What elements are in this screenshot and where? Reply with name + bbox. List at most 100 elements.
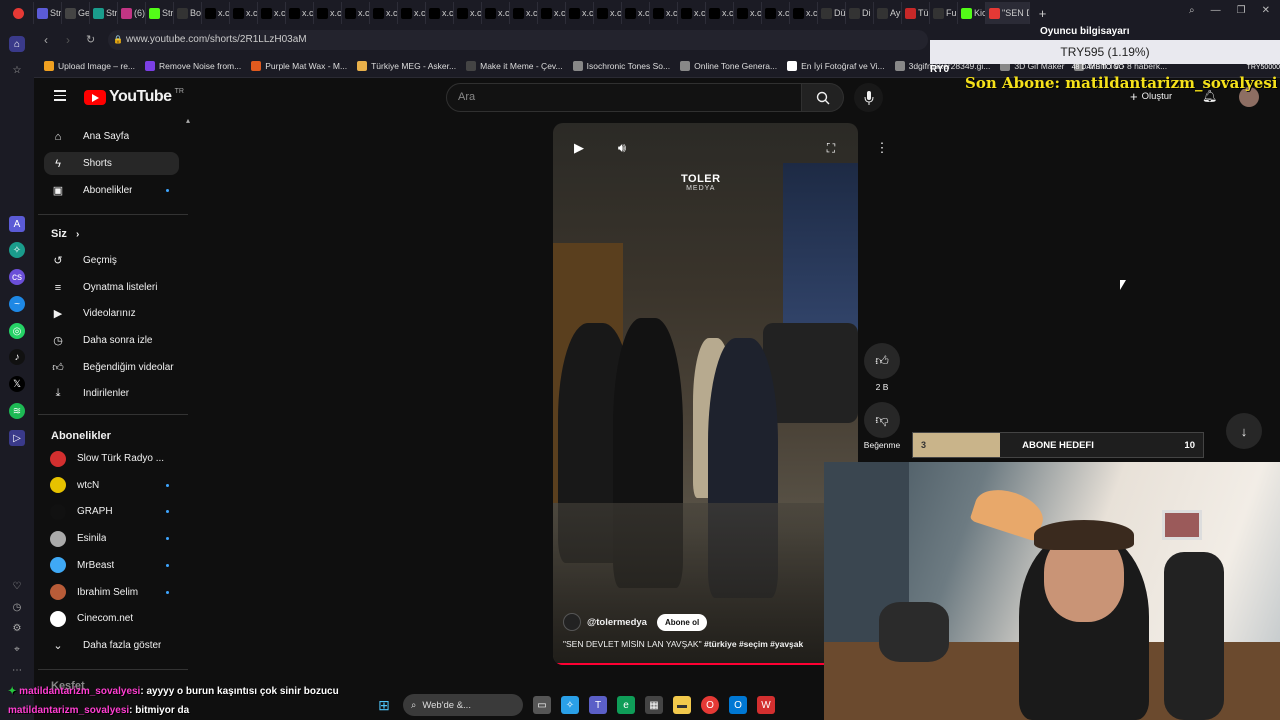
bookmark-item[interactable]: Online Tone Genera...	[680, 60, 777, 71]
nav-item-your-videos[interactable]: ▶ Videolarınız	[44, 302, 179, 325]
tab-active[interactable]: "SEN D	[986, 2, 1030, 24]
more-icon[interactable]: ⋯	[9, 662, 25, 678]
channel-avatar[interactable]	[563, 613, 581, 631]
browser-tab[interactable]: x.c	[594, 2, 622, 24]
browser-tab[interactable]: x.c	[314, 2, 342, 24]
browser-tab[interactable]: x.c	[678, 2, 706, 24]
browser-tab[interactable]: x.c	[202, 2, 230, 24]
spotify-icon[interactable]: ≋	[9, 403, 25, 419]
home-icon[interactable]: ⌂	[9, 36, 25, 52]
browser-tab[interactable]: Ay	[874, 2, 902, 24]
minimize-icon[interactable]: —	[1211, 5, 1221, 16]
browser-tab[interactable]: Tü	[902, 2, 930, 24]
chatsonic-icon[interactable]: cs	[9, 269, 25, 285]
browser-tab[interactable]: x.c	[622, 2, 650, 24]
opera-icon[interactable]: O	[701, 696, 719, 714]
browser-tab[interactable]: Str	[34, 2, 62, 24]
browser-tab[interactable]: Fu	[930, 2, 958, 24]
browser-tab[interactable]: Di	[846, 2, 874, 24]
voice-search-button[interactable]	[854, 83, 883, 112]
browser-tab[interactable]: x.c	[790, 2, 818, 24]
browser-tab[interactable]: Bo	[174, 2, 202, 24]
messenger-icon[interactable]: ~	[9, 296, 25, 312]
subscribe-button[interactable]: Abone ol	[656, 613, 708, 631]
shorts-player[interactable]: ▶ 🔊︎ ⛶ TOLER MEDYA @tolermedya Abone ol …	[553, 123, 858, 665]
opera-menu-button[interactable]	[0, 2, 34, 24]
browser-tab[interactable]: x.c	[650, 2, 678, 24]
subscription-item[interactable]: Esinila	[44, 527, 179, 550]
browser-tab[interactable]: x.c	[538, 2, 566, 24]
subscription-item[interactable]: MrBeast	[44, 554, 179, 577]
store-icon[interactable]: ▦	[645, 696, 663, 714]
dislike-button[interactable]: 👎︎	[864, 402, 900, 438]
bookmark-item[interactable]: Türkiye MEG - Asker...	[357, 60, 456, 71]
browser-tab[interactable]: x.c	[510, 2, 538, 24]
caption-hashtags[interactable]: #türkiye #seçim #yavşak	[704, 639, 803, 649]
browser-tab[interactable]: x.c	[398, 2, 426, 24]
nav-item-playlists[interactable]: ≡ Oynatma listeleri	[44, 276, 179, 299]
browser-tab[interactable]: x.c	[566, 2, 594, 24]
subscription-item[interactable]: GRAPH	[44, 500, 179, 523]
next-short-button[interactable]: ↓	[1226, 413, 1262, 449]
maximize-icon[interactable]: ❐	[1237, 5, 1246, 16]
subscription-item[interactable]: Slow Türk Radyo ...	[44, 447, 179, 470]
browser-tab[interactable]: Str	[90, 2, 118, 24]
aria-icon[interactable]: A	[9, 216, 25, 232]
wps-icon[interactable]: W	[757, 696, 775, 714]
bookmark-item[interactable]: Purple Mat Wax - M...	[251, 60, 347, 71]
browser-tab[interactable]: x.c	[734, 2, 762, 24]
forward-icon[interactable]: ›	[66, 33, 70, 47]
browser-tab[interactable]: x.c	[230, 2, 258, 24]
nav-item-home[interactable]: ⌂ Ana Sayfa	[44, 125, 179, 148]
nav-item-shorts[interactable]: ϟ Shorts	[44, 152, 179, 175]
back-icon[interactable]: ‹	[44, 33, 48, 47]
browser-tab[interactable]: x.c	[426, 2, 454, 24]
nav-item-history[interactable]: ↺ Geçmiş	[44, 249, 179, 272]
windows-start-icon[interactable]: ⊞	[375, 696, 393, 714]
video-progress-bar[interactable]	[553, 663, 858, 665]
copilot-icon[interactable]: ✧	[561, 696, 579, 714]
bookmark-item[interactable]: Remove Noise from...	[145, 60, 241, 71]
teams-icon[interactable]: T	[589, 696, 607, 714]
browser-tab[interactable]: x.c	[762, 2, 790, 24]
bookmark-item[interactable]: Isochronic Tones So...	[572, 60, 670, 71]
like-button[interactable]: 👍︎	[864, 343, 900, 379]
star-icon[interactable]: ☆	[9, 62, 25, 78]
volume-button[interactable]: 🔊︎	[612, 140, 632, 156]
nav-item-subscriptions[interactable]: ▣ Abonelikler	[44, 179, 179, 202]
fullscreen-button[interactable]: ⛶	[821, 140, 841, 156]
url-field[interactable]: 🔒 www.youtube.com/shorts/2R1LLzH03aM	[108, 30, 928, 50]
bookmark-item[interactable]: Make it Meme - Çev...	[466, 60, 563, 71]
more-options-button[interactable]: ⋮	[864, 130, 900, 166]
heart-icon[interactable]: ♡	[9, 578, 25, 594]
nav-item-liked[interactable]: 👍︎ Beğendiğim videolar	[44, 356, 179, 379]
browser-tab[interactable]: x.c	[482, 2, 510, 24]
search-button[interactable]	[802, 83, 844, 112]
file-explorer-icon[interactable]: ▬	[673, 696, 691, 714]
subscription-item[interactable]: wtcN	[44, 474, 179, 497]
browser-tab[interactable]: Str	[146, 2, 174, 24]
browser-tab[interactable]: x.c	[706, 2, 734, 24]
nav-item-watch-later[interactable]: ◷ Daha sonra izle	[44, 329, 179, 352]
nav-item-downloads[interactable]: ⤓ İndirilenler	[44, 382, 179, 405]
x-icon[interactable]: 𝕏	[9, 376, 25, 392]
tiktok-icon[interactable]: ♪	[9, 349, 25, 365]
chatgpt-icon[interactable]: ✧	[9, 242, 25, 258]
close-icon[interactable]: ✕	[1262, 5, 1270, 16]
search-tabs-icon[interactable]: ⌕	[1189, 5, 1195, 16]
settings-icon[interactable]: ⚙	[9, 620, 25, 636]
subscription-item[interactable]: İbrahim Selim	[44, 581, 179, 604]
player-icon[interactable]: ▷	[9, 430, 25, 446]
search-input[interactable]: Ara	[446, 83, 802, 112]
task-view-icon[interactable]: ▭	[533, 696, 551, 714]
whatsapp-icon[interactable]: ◎	[9, 323, 25, 339]
edge-icon[interactable]: e	[617, 696, 635, 714]
subscription-item[interactable]: Cinecom.net	[44, 607, 179, 630]
location-icon[interactable]: ⌖	[9, 641, 25, 657]
browser-tab[interactable]: x.c	[286, 2, 314, 24]
bookmark-item[interactable]: Upload Image – re...	[44, 60, 135, 71]
history-clock-icon[interactable]: ◷	[9, 599, 25, 615]
show-more-button[interactable]: ⌄ Daha fazla göster	[44, 634, 179, 657]
browser-tab[interactable]: x.c	[342, 2, 370, 24]
play-button[interactable]: ▶	[569, 140, 589, 156]
